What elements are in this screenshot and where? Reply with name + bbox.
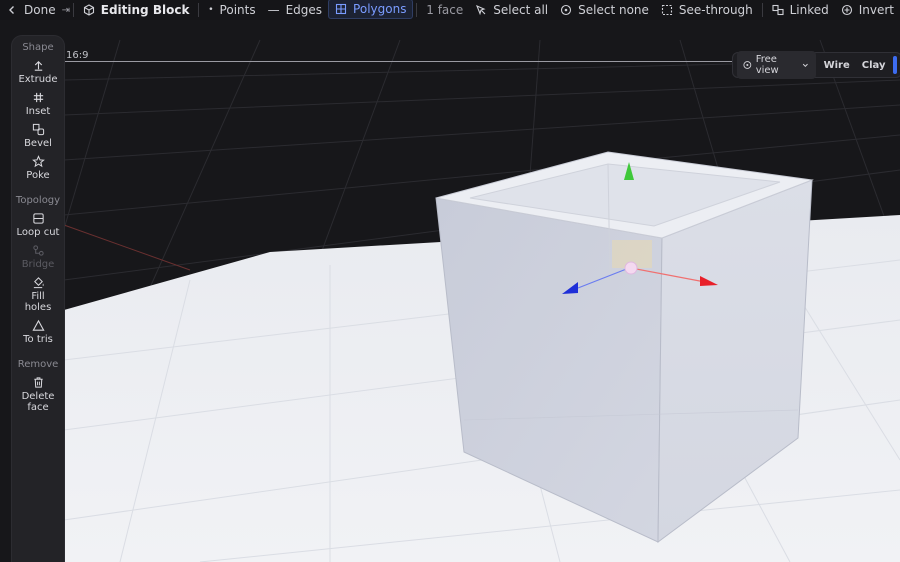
fill-holes-button[interactable]: Fill holes	[12, 276, 64, 313]
selection-count: 1 face	[420, 0, 469, 20]
invert-button[interactable]: Invert	[835, 0, 900, 20]
inset-button[interactable]: Inset	[12, 91, 64, 117]
inset-label: Inset	[25, 106, 51, 117]
chevron-down-icon	[802, 63, 808, 67]
fill-holes-label: Fill holes	[24, 291, 52, 313]
loop-cut-icon	[32, 213, 44, 224]
dashed-square-icon	[661, 4, 672, 16]
linked-label: Linked	[789, 3, 829, 17]
view-mode-label: Free view	[755, 54, 779, 76]
select-none-label: Select none	[578, 3, 649, 17]
select-none-button[interactable]: Select none	[554, 0, 655, 20]
extrude-label: Extrude	[18, 74, 58, 85]
bevel-label: Bevel	[24, 138, 52, 149]
link-icon	[772, 4, 784, 16]
view-mode-dropdown[interactable]: Free view	[737, 51, 816, 79]
divider	[761, 3, 763, 17]
remove-section-header: Remove	[17, 359, 59, 370]
poke-button[interactable]: Poke	[12, 155, 64, 181]
3d-viewport[interactable]: 16:9	[0, 20, 900, 562]
points-mode-button[interactable]: • Points	[202, 0, 261, 20]
wire-label: Wire	[823, 59, 850, 71]
tool-sidebar: Shape Extrude Inset Bevel Poke Topology …	[12, 36, 64, 562]
triangle-icon	[31, 319, 45, 331]
polygons-mode-button[interactable]: Polygons	[328, 0, 414, 19]
circle-x-icon	[561, 4, 572, 16]
collapse-icon[interactable]: ⇥	[62, 5, 70, 16]
edge-icon: —	[267, 3, 280, 17]
see-through-button[interactable]: See-through	[655, 0, 759, 20]
trash-icon	[33, 377, 43, 388]
linked-button[interactable]: Linked	[766, 0, 835, 20]
to-tris-label: To tris	[23, 334, 53, 345]
orbit-icon	[743, 61, 752, 69]
polygons-label: Polygons	[353, 2, 407, 16]
invert-icon	[841, 4, 852, 16]
arrow-up-icon	[34, 60, 42, 71]
active-shading-indicator[interactable]	[893, 56, 897, 74]
x-axis-line	[63, 224, 191, 271]
bridge-icon	[32, 245, 44, 256]
wire-shading-button[interactable]: Wire	[820, 57, 854, 74]
selection-count-label: 1 face	[426, 3, 464, 17]
bevel-button[interactable]: Bevel	[12, 123, 64, 149]
extrude-button[interactable]: Extrude	[12, 59, 64, 85]
divider	[416, 3, 418, 17]
bevel-icon	[32, 123, 44, 136]
divider	[72, 3, 74, 17]
chevron-left-icon	[9, 6, 14, 14]
clay-label: Clay	[861, 59, 886, 71]
hash-icon	[33, 92, 43, 103]
cube-icon	[83, 4, 94, 16]
edges-label: Edges	[285, 3, 323, 17]
gizmo-center-handle[interactable]	[624, 261, 638, 275]
done-button[interactable]: Done	[0, 0, 62, 20]
loop-cut-button[interactable]: Loop cut	[12, 212, 64, 238]
paint-bucket-icon	[33, 277, 44, 289]
grid-icon	[335, 3, 347, 15]
topology-section-header: Topology	[15, 195, 61, 206]
scene-canvas[interactable]	[0, 20, 900, 562]
star-icon	[31, 155, 45, 168]
shape-section-header: Shape	[22, 42, 54, 53]
poke-label: Poke	[26, 170, 50, 181]
invert-label: Invert	[858, 3, 895, 17]
see-through-label: See-through	[678, 3, 753, 17]
to-tris-button[interactable]: To tris	[12, 319, 64, 345]
points-label: Points	[219, 3, 256, 17]
top-toolbar: Done ⇥ Editing Block • Points — Edges Po…	[0, 0, 900, 20]
delete-face-button[interactable]: Delete face	[12, 376, 64, 413]
loop-cut-label: Loop cut	[16, 227, 60, 238]
delete-face-label: Delete face	[21, 391, 55, 413]
mode-title-label: Editing Block	[100, 3, 190, 17]
point-icon: •	[208, 5, 214, 15]
select-all-button[interactable]: Select all	[469, 0, 554, 20]
edges-mode-button[interactable]: — Edges	[262, 0, 328, 20]
bridge-label: Bridge	[21, 259, 55, 270]
cursor-icon	[476, 4, 486, 16]
bridge-button[interactable]: Bridge	[12, 244, 64, 270]
view-controls: Free view Wire Clay	[732, 51, 900, 79]
done-label: Done	[24, 3, 56, 17]
aspect-ratio-label: 16:9	[66, 50, 89, 61]
mode-title: Editing Block	[77, 0, 196, 20]
divider	[198, 3, 200, 17]
clay-shading-button[interactable]: Clay	[858, 57, 890, 74]
select-all-label: Select all	[493, 3, 549, 17]
